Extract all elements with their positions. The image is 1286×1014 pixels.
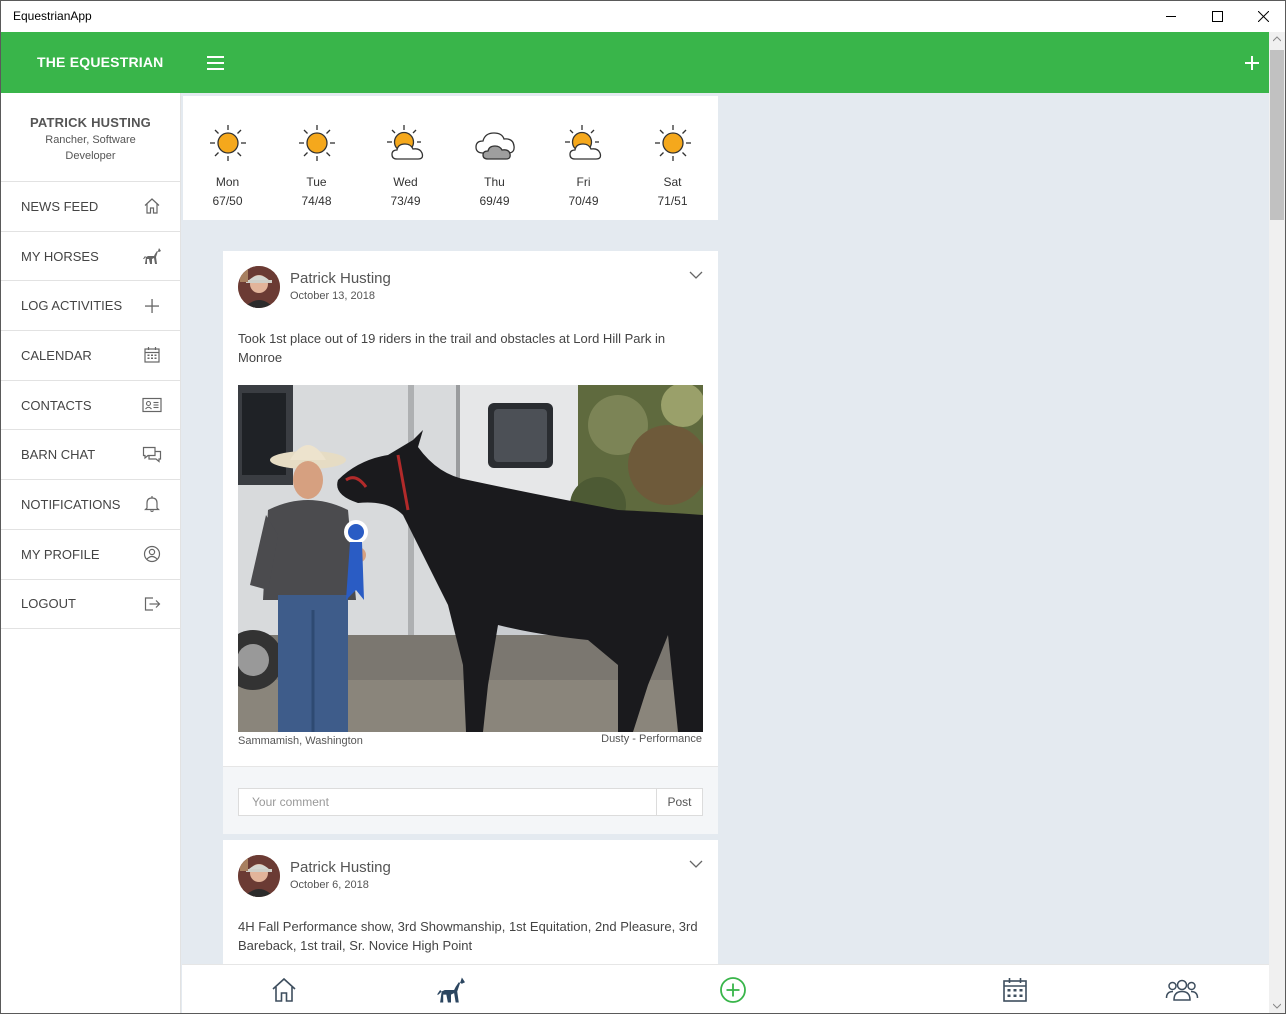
day-temp: 71/51 (657, 194, 688, 208)
partly-cloudy-icon (361, 118, 450, 168)
vertical-scrollbar[interactable] (1269, 32, 1285, 1013)
sidebar-item-my-profile[interactable]: MY PROFILE (1, 530, 180, 580)
post-text: 4H Fall Performance show, 3rd Showmanshi… (238, 919, 698, 953)
post-location: Sammamish, Washington (238, 735, 363, 747)
bottom-navigation (182, 964, 1269, 1013)
user-circle-icon (142, 544, 162, 564)
post-header: Patrick Husting October 13, 2018 (223, 251, 718, 321)
brand-title[interactable]: THE EQUESTRIAN (37, 32, 163, 93)
sidebar-item-label: CONTACTS (21, 397, 92, 413)
weather-day: Sat 71/51 (628, 96, 717, 220)
sunny-icon (628, 118, 717, 168)
sidebar-item-label: NOTIFICATIONS (21, 496, 121, 512)
scroll-up-icon[interactable] (1273, 36, 1281, 42)
weather-day: Thu 69/49 (450, 96, 539, 220)
day-name: Fri (576, 175, 591, 189)
calendar-icon[interactable] (998, 974, 1032, 1006)
sidebar-item-barn-chat[interactable]: BARN CHAT (1, 430, 180, 481)
post-author[interactable]: Patrick Husting (290, 859, 391, 876)
weather-day: Tue 74/48 (272, 96, 361, 220)
calendar-icon (142, 345, 162, 365)
logout-icon (142, 594, 162, 614)
day-name: Tue (306, 175, 327, 189)
minimize-icon[interactable] (1148, 0, 1194, 32)
bell-icon (142, 494, 162, 514)
plus-icon[interactable] (1244, 55, 1260, 71)
window-controls (1148, 0, 1286, 32)
chevron-down-icon[interactable] (689, 267, 703, 279)
day-name: Thu (484, 175, 505, 189)
maximize-icon[interactable] (1194, 0, 1240, 32)
sidebar-item-label: CALENDAR (21, 347, 92, 363)
sidebar: PATRICK HUSTING Rancher, Software Develo… (1, 93, 181, 1013)
feed-post: Patrick Husting October 6, 2018 4H Fall … (223, 840, 718, 965)
sidebar-item-label: BARN CHAT (21, 447, 96, 463)
app-header: THE EQUESTRIAN (1, 32, 1269, 93)
sidebar-item-label: NEWS FEED (21, 198, 99, 214)
sunny-icon (272, 118, 361, 168)
day-temp: 69/49 (479, 194, 510, 208)
sidebar-item-log-activities[interactable]: LOG ACTIVITIES (1, 281, 180, 332)
comment-input[interactable]: Your comment (238, 788, 657, 816)
sidebar-item-contacts[interactable]: CONTACTS (1, 381, 180, 431)
sunny-icon (183, 118, 272, 168)
sidebar-item-label: MY PROFILE (21, 546, 100, 562)
post-text: Took 1st place out of 19 riders in the t… (238, 331, 666, 365)
sidebar-item-label: LOG ACTIVITIES (21, 298, 123, 314)
weather-forecast: Mon 67/50 Tue 74/48 Wed 73/49 Thu 69/49 … (183, 96, 718, 220)
sidebar-item-label: LOGOUT (21, 596, 76, 612)
partly-cloudy-icon (539, 118, 628, 168)
sidebar-item-news-feed[interactable]: NEWS FEED (1, 182, 180, 232)
sidebar-item-notifications[interactable]: NOTIFICATIONS (1, 480, 180, 530)
day-name: Wed (393, 175, 418, 189)
post-horse-tag[interactable]: Dusty - Performance (601, 733, 702, 745)
sidebar-item-logout[interactable]: LOGOUT (1, 580, 180, 630)
scroll-down-icon[interactable] (1273, 1003, 1281, 1009)
weather-day: Wed 73/49 (361, 96, 450, 220)
profile-summary: PATRICK HUSTING Rancher, Software Develo… (1, 93, 180, 182)
comment-section: Your comment Post (223, 766, 718, 834)
post-date: October 6, 2018 (290, 879, 369, 891)
home-icon (142, 196, 162, 216)
profile-name: PATRICK HUSTING (30, 115, 151, 130)
cloudy-icon (450, 118, 539, 168)
plus-icon (142, 296, 162, 316)
sidebar-item-calendar[interactable]: CALENDAR (1, 331, 180, 381)
post-comment-button[interactable]: Post (656, 788, 703, 816)
feed-post: Patrick Husting October 13, 2018 Took 1s… (223, 251, 718, 834)
day-temp: 70/49 (568, 194, 599, 208)
profile-role: Rancher, Software Developer (45, 134, 136, 162)
weather-day: Fri 70/49 (539, 96, 628, 220)
day-name: Sat (663, 175, 682, 189)
post-header: Patrick Husting October 6, 2018 (223, 840, 718, 910)
day-temp: 74/48 (301, 194, 332, 208)
group-icon[interactable] (1165, 974, 1199, 1006)
chat-icon (142, 445, 162, 465)
add-circle-icon[interactable] (716, 974, 750, 1006)
post-photo[interactable] (238, 385, 703, 732)
title-bar: EquestrianApp (0, 0, 1286, 32)
scroll-thumb[interactable] (1270, 50, 1284, 220)
post-date: October 13, 2018 (290, 290, 376, 302)
avatar[interactable] (238, 855, 280, 897)
horse-icon (142, 246, 162, 266)
day-name: Mon (215, 175, 240, 189)
day-temp: 67/50 (212, 194, 243, 208)
weather-day: Mon 67/50 (183, 96, 272, 220)
contact-card-icon (142, 395, 162, 415)
chevron-down-icon[interactable] (689, 856, 703, 868)
horse-icon[interactable] (434, 974, 468, 1006)
post-author[interactable]: Patrick Husting (290, 270, 391, 287)
day-temp: 73/49 (390, 194, 421, 208)
sidebar-item-my-horses[interactable]: MY HORSES (1, 232, 180, 282)
app-title: EquestrianApp (13, 9, 92, 23)
hamburger-icon[interactable] (206, 55, 226, 71)
close-icon[interactable] (1240, 0, 1286, 32)
home-icon[interactable] (267, 974, 301, 1006)
avatar[interactable] (238, 266, 280, 308)
sidebar-item-label: MY HORSES (21, 248, 99, 264)
